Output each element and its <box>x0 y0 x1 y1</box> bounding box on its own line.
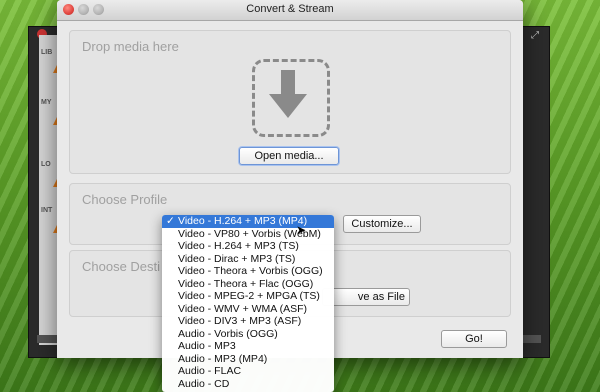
profile-menu-item[interactable]: Video - Theora + Vorbis (OGG) <box>162 265 334 278</box>
open-media-button[interactable]: Open media... <box>239 147 339 165</box>
drop-zone[interactable] <box>252 59 330 137</box>
title-bar: Convert & Stream <box>57 0 523 21</box>
drop-media-section[interactable]: Drop media here Open media... <box>69 30 511 174</box>
choose-destination-label: Choose Desti <box>82 259 161 274</box>
profile-menu-item[interactable]: Video - Theora + Flac (OGG) <box>162 278 334 291</box>
profile-menu-item[interactable]: Audio - Vorbis (OGG) <box>162 328 334 341</box>
sidebar-label: LO <box>41 161 51 168</box>
profile-menu-item[interactable]: Audio - FLAC <box>162 365 334 378</box>
sidebar-label: INT <box>41 207 53 214</box>
checkmark-icon: ✓ <box>166 215 175 227</box>
sidebar-label: LIB <box>41 49 53 56</box>
profile-menu-item[interactable]: Video - Dirac + MP3 (TS) <box>162 253 334 266</box>
save-as-file-button[interactable]: ve as File <box>322 288 410 306</box>
profile-menu-item[interactable]: Video - H.264 + MP3 (TS) <box>162 240 334 253</box>
profile-menu-item[interactable]: Audio - CD <box>162 378 334 391</box>
drop-media-label: Drop media here <box>82 39 179 54</box>
sidebar-label: MY <box>41 99 52 106</box>
profile-menu-item[interactable]: Audio - MP3 <box>162 340 334 353</box>
choose-profile-label: Choose Profile <box>82 192 168 207</box>
profile-menu-item[interactable]: Audio - MP3 (MP4) <box>162 353 334 366</box>
profile-menu-item[interactable]: Video - VP80 + Vorbis (WebM) <box>162 228 334 241</box>
mouse-pointer-icon: ➤ <box>296 223 307 237</box>
profile-menu[interactable]: ✓ Video - H.264 + MP3 (MP4) Video - VP80 … <box>162 215 334 392</box>
playback-control-left[interactable] <box>37 335 57 343</box>
profile-menu-item[interactable]: Video - DIV3 + MP3 (ASF) <box>162 315 334 328</box>
profile-menu-item[interactable]: Video - WMV + WMA (ASF) <box>162 303 334 316</box>
profile-menu-item[interactable]: ✓ Video - H.264 + MP3 (MP4) <box>162 215 334 228</box>
playback-control-right[interactable] <box>521 335 541 343</box>
go-button[interactable]: Go! <box>441 330 507 348</box>
customize-button[interactable]: Customize... <box>343 215 421 233</box>
profile-menu-item[interactable]: Video - MPEG-2 + MPGA (TS) <box>162 290 334 303</box>
expand-icon[interactable]: ⤢ <box>531 31 541 41</box>
down-arrow-icon <box>269 70 307 118</box>
window-title: Convert & Stream <box>246 3 334 15</box>
